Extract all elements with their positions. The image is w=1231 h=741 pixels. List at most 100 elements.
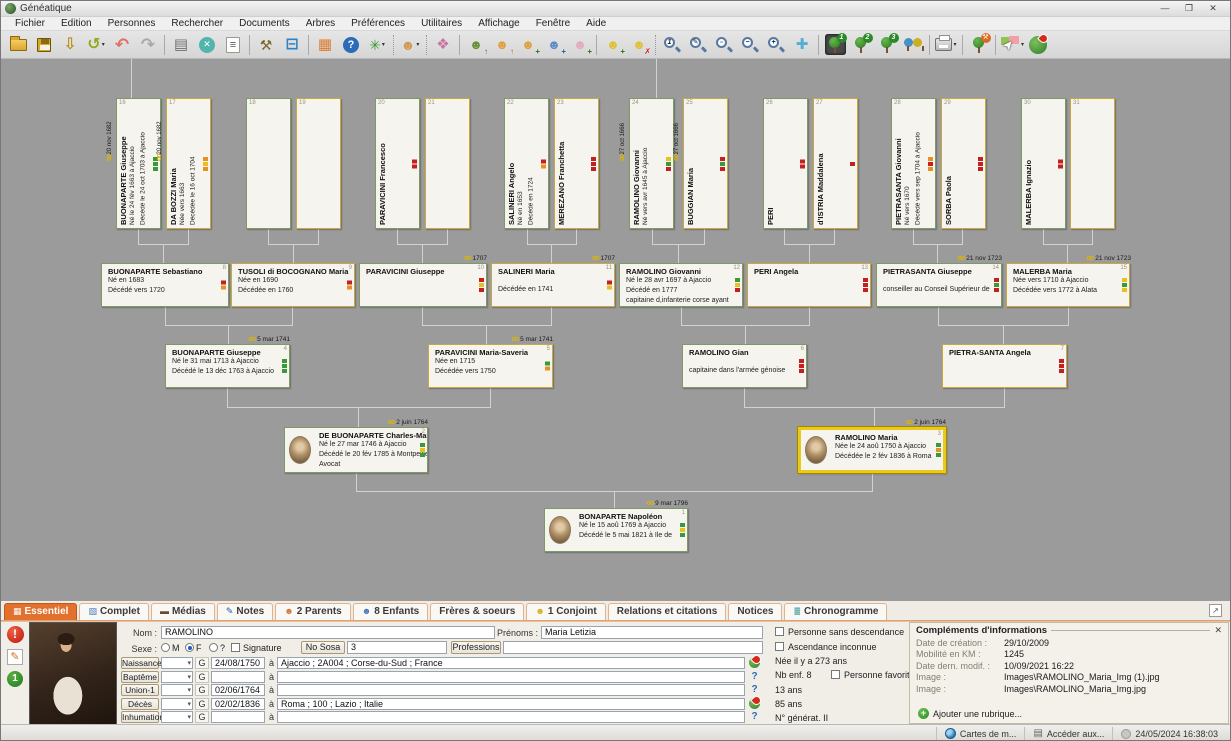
tree-node-buggian-maria[interactable]: 25BUGGIAN Maria xyxy=(683,98,728,229)
tree-node-buonaparte-giuseppe[interactable]: 4BUONAPARTE GiuseppeNé le 31 mai 1713 à … xyxy=(165,344,290,388)
mosaic-icon[interactable]: ▦ xyxy=(313,32,337,57)
tree-node-paravicini-giuseppe[interactable]: 10PARAVICINI Giuseppe xyxy=(359,263,487,307)
nom-input[interactable]: RAMOLINO xyxy=(161,626,495,639)
tree-node-d-istria-maddalena[interactable]: 27d'ISTRIA Maddalena xyxy=(813,98,858,229)
menu-fen-tre[interactable]: Fenêtre xyxy=(528,18,578,29)
menu-affichage[interactable]: Affichage xyxy=(470,18,528,29)
add-child-couple-icon[interactable]: ☻+ xyxy=(568,32,592,57)
event-button-bapt-me[interactable]: Baptême xyxy=(121,671,159,683)
tree-node-ramolino-maria[interactable]: 3RAMOLINO MariaNée le 24 aoû 1750 à Ajac… xyxy=(798,427,946,473)
import-screen-icon[interactable]: ⇩ xyxy=(58,32,82,57)
menu-personnes[interactable]: Personnes xyxy=(100,18,164,29)
workshop-icon[interactable]: ⚒ xyxy=(254,32,278,57)
tree-diagram-icon[interactable]: ❖ xyxy=(431,32,455,57)
event-button-naissance[interactable]: Naissance xyxy=(121,657,159,669)
event-place-input[interactable]: Roma ; 100 ; Lazio ; Italie xyxy=(277,698,745,710)
sans-descendance-checkbox[interactable] xyxy=(775,627,784,636)
event-date-input[interactable]: 02/02/1836 xyxy=(211,698,265,710)
help-icon[interactable]: ? xyxy=(748,684,761,696)
fullscreen-icon[interactable]: ✚ xyxy=(790,32,814,57)
note-edit-icon[interactable]: ✎ xyxy=(7,649,23,665)
zoom-fit-icon[interactable]: ▫ xyxy=(712,32,736,57)
event-button-union-1[interactable]: Union-1 xyxy=(121,684,159,696)
no-sosa-button[interactable]: No Sosa xyxy=(301,641,345,654)
tab-notices[interactable]: Notices xyxy=(728,603,782,620)
menu-edition[interactable]: Edition xyxy=(53,18,100,29)
print-record-icon[interactable]: ▤ xyxy=(169,32,193,57)
tree-node-ramolino-giovanni[interactable]: 12RAMOLINO GiovanniNé le 28 avr 1697 à A… xyxy=(619,263,743,307)
tree-node-salineri-maria[interactable]: 11SALINERI MariaDécédée en 1741 xyxy=(491,263,615,307)
event-type-dropdown[interactable] xyxy=(161,671,193,683)
sexe-radio-f[interactable] xyxy=(185,643,194,652)
warning-icon[interactable]: ! xyxy=(7,626,24,643)
tree-node-paravicini-francesco[interactable]: 20PARAVICINI Francesco xyxy=(375,98,420,229)
professions-field[interactable] xyxy=(503,641,763,654)
tree-node-bonaparte-napol-on[interactable]: 1BONAPARTE NapoléonNé le 15 aoû 1769 à A… xyxy=(544,508,688,552)
professions-button[interactable]: Professions xyxy=(451,641,501,654)
add-child-icon[interactable]: ☻+ xyxy=(601,32,625,57)
ascendance-inconnue-checkbox[interactable] xyxy=(775,642,784,651)
personne-favorite-checkbox[interactable] xyxy=(831,670,840,679)
tab-8-enfants[interactable]: ☻8 Enfants xyxy=(353,603,429,620)
split-window-icon[interactable]: ⊟ xyxy=(280,32,304,57)
tree-node-salineri-angelo[interactable]: 22SALINERI AngeloNé en 1653Décédé en 172… xyxy=(504,98,549,229)
event-type-dropdown[interactable] xyxy=(161,684,193,696)
zoom-out-icon[interactable]: − xyxy=(738,32,762,57)
add-mother-icon[interactable]: ☻↑ xyxy=(490,32,514,57)
event-date-input[interactable] xyxy=(211,711,265,723)
zoom-window-icon[interactable]: ✎ xyxy=(686,32,710,57)
sync-icon[interactable]: ↺▾ xyxy=(84,32,108,57)
signature-checkbox[interactable] xyxy=(231,643,240,652)
status-acc-der-aux[interactable]: ▤Accéder aux... xyxy=(1024,727,1112,741)
tree-node-buonaparte-giuseppe[interactable]: 16BUONAPARTE GiuseppeNé le 24 fév 1663 à… xyxy=(116,98,161,229)
add-couple-icon[interactable]: ☻+ xyxy=(516,32,540,57)
printer-icon[interactable]: ▾ xyxy=(934,32,958,57)
event-button-d-c-s[interactable]: Décès xyxy=(121,698,159,710)
minimize-button[interactable]: — xyxy=(1158,3,1172,14)
sexe-radio-m[interactable] xyxy=(161,643,170,652)
event-date-input[interactable]: 02/06/1764 xyxy=(211,684,265,696)
maximize-button[interactable]: ❐ xyxy=(1182,3,1196,14)
event-button-inhumation[interactable]: Inhumation xyxy=(121,711,159,723)
tree-1-icon[interactable]: 1 xyxy=(823,32,847,57)
tree-node-sorba-paola[interactable]: 29SORBA Paola xyxy=(941,98,986,229)
event-type-dropdown[interactable] xyxy=(161,711,193,723)
menu-documents[interactable]: Documents xyxy=(231,18,298,29)
event-place-input[interactable] xyxy=(277,671,745,683)
prenoms-input[interactable]: Maria Letizia xyxy=(541,626,763,639)
view-1-icon[interactable]: 1 xyxy=(7,671,23,687)
tree-settings-icon[interactable]: ⚒ xyxy=(967,32,991,57)
tree-node-pietra-santa-angela[interactable]: 7PIETRA-SANTA Angela xyxy=(942,344,1067,388)
help-icon[interactable]: ? xyxy=(339,32,363,57)
tree-node-buonaparte-sebastiano[interactable]: 8BUONAPARTE SebastianoNé en 1683Décédé v… xyxy=(101,263,229,307)
tree-2-icon[interactable]: 2 xyxy=(849,32,873,57)
tree-node-paravicini-maria-saveria[interactable]: 5PARAVICINI Maria-SaveriaNée en 1715Décé… xyxy=(428,344,553,388)
redo-icon[interactable]: ↷ xyxy=(136,32,160,57)
menu-pr-f-rences[interactable]: Préférences xyxy=(343,18,413,29)
tab-complet[interactable]: ▧Complet xyxy=(79,603,149,620)
menu-arbres[interactable]: Arbres xyxy=(298,18,343,29)
tree-node-ramolino-gian[interactable]: 6RAMOLINO Giancapitaine dans l'armée gén… xyxy=(682,344,807,388)
tree-node-da-bozzi-maria[interactable]: 17DA BOZZI MariaNée vers 1663Décédée le … xyxy=(166,98,211,229)
tree-node-malerba-ignazio[interactable]: 30MALERBA Ignazio xyxy=(1021,98,1066,229)
close-icon[interactable]: ✕ xyxy=(1214,625,1222,636)
tree-3-icon[interactable]: 3 xyxy=(875,32,899,57)
menu-utilitaires[interactable]: Utilitaires xyxy=(413,18,470,29)
tree-node-pietrasanta-giovanni[interactable]: 28PIETRASANTA GiovanniNé vers 1670Décédé… xyxy=(891,98,936,229)
tab-2-parents[interactable]: ☻2 Parents xyxy=(275,603,351,620)
tree-node-empty[interactable]: 19 xyxy=(296,98,341,229)
tree-node-pietrasanta-giuseppe[interactable]: 14PIETRASANTA Giuseppeconseiller au Cons… xyxy=(876,263,1002,307)
person-portrait[interactable] xyxy=(29,622,117,725)
tree-node-empty[interactable]: 31 xyxy=(1070,98,1115,229)
family-tree-canvas[interactable]: 16BUONAPARTE GiuseppeNé le 24 fév 1663 à… xyxy=(1,59,1231,601)
report-icon[interactable]: ≡ xyxy=(221,32,245,57)
event-date-input[interactable] xyxy=(211,671,265,683)
tab-fr-res-soeurs[interactable]: Frères & soeurs xyxy=(430,603,524,620)
menu-fichier[interactable]: Fichier xyxy=(7,18,53,29)
event-date-input[interactable]: 24/08/1750 xyxy=(211,657,265,669)
undo-icon[interactable]: ↶ xyxy=(110,32,134,57)
close-button[interactable]: ✕ xyxy=(1206,3,1220,14)
tab-notes[interactable]: ✎Notes xyxy=(217,603,273,620)
tab-relations-et-citations[interactable]: Relations et citations xyxy=(608,603,727,620)
event-type-dropdown[interactable] xyxy=(161,698,193,710)
